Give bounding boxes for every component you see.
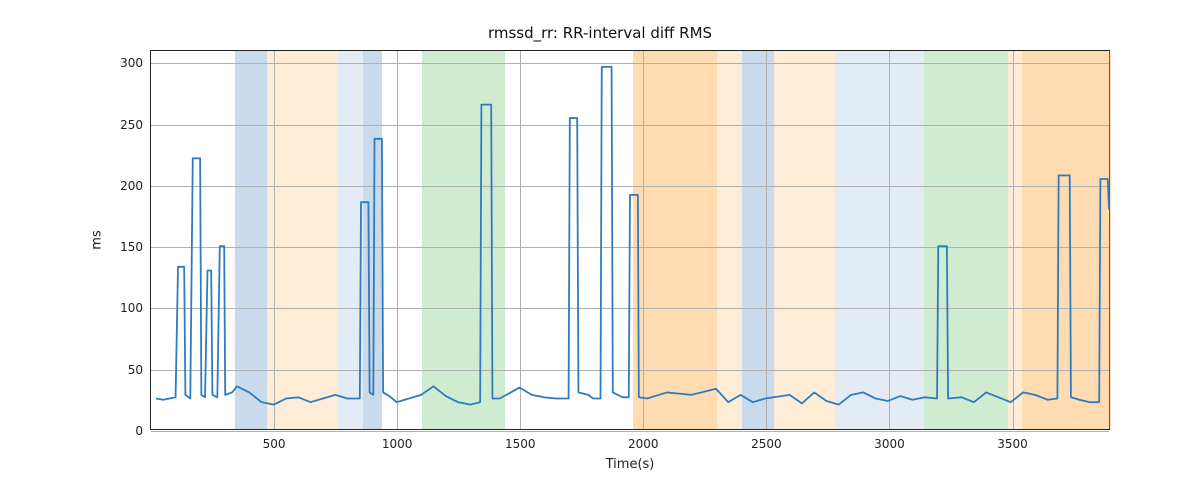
x-tick-label: 2500 (751, 437, 782, 451)
y-tick-label: 50 (128, 363, 143, 377)
x-tick-label: 1500 (505, 437, 536, 451)
series-line (156, 67, 1109, 405)
chart-container: rmssd_rr: RR-interval diff RMS ms Time(s… (0, 0, 1200, 500)
y-tick-label: 100 (120, 301, 143, 315)
x-tick-label: 2000 (628, 437, 659, 451)
y-tick-label: 250 (120, 118, 143, 132)
line-plot-svg (151, 51, 1109, 429)
plot-area: ms Time(s) 05010015020025030050010001500… (150, 50, 1110, 430)
x-tick-label: 500 (263, 437, 286, 451)
gridline-h (151, 431, 1109, 432)
y-tick-label: 150 (120, 240, 143, 254)
chart-title: rmssd_rr: RR-interval diff RMS (0, 24, 1200, 42)
y-axis-label: ms (90, 230, 105, 249)
x-axis-label: Time(s) (606, 457, 655, 472)
x-tick-label: 1000 (382, 437, 413, 451)
y-tick-label: 0 (135, 424, 143, 438)
x-tick-label: 3500 (997, 437, 1028, 451)
y-tick-label: 300 (120, 56, 143, 70)
x-tick-label: 3000 (874, 437, 905, 451)
y-tick-label: 200 (120, 179, 143, 193)
